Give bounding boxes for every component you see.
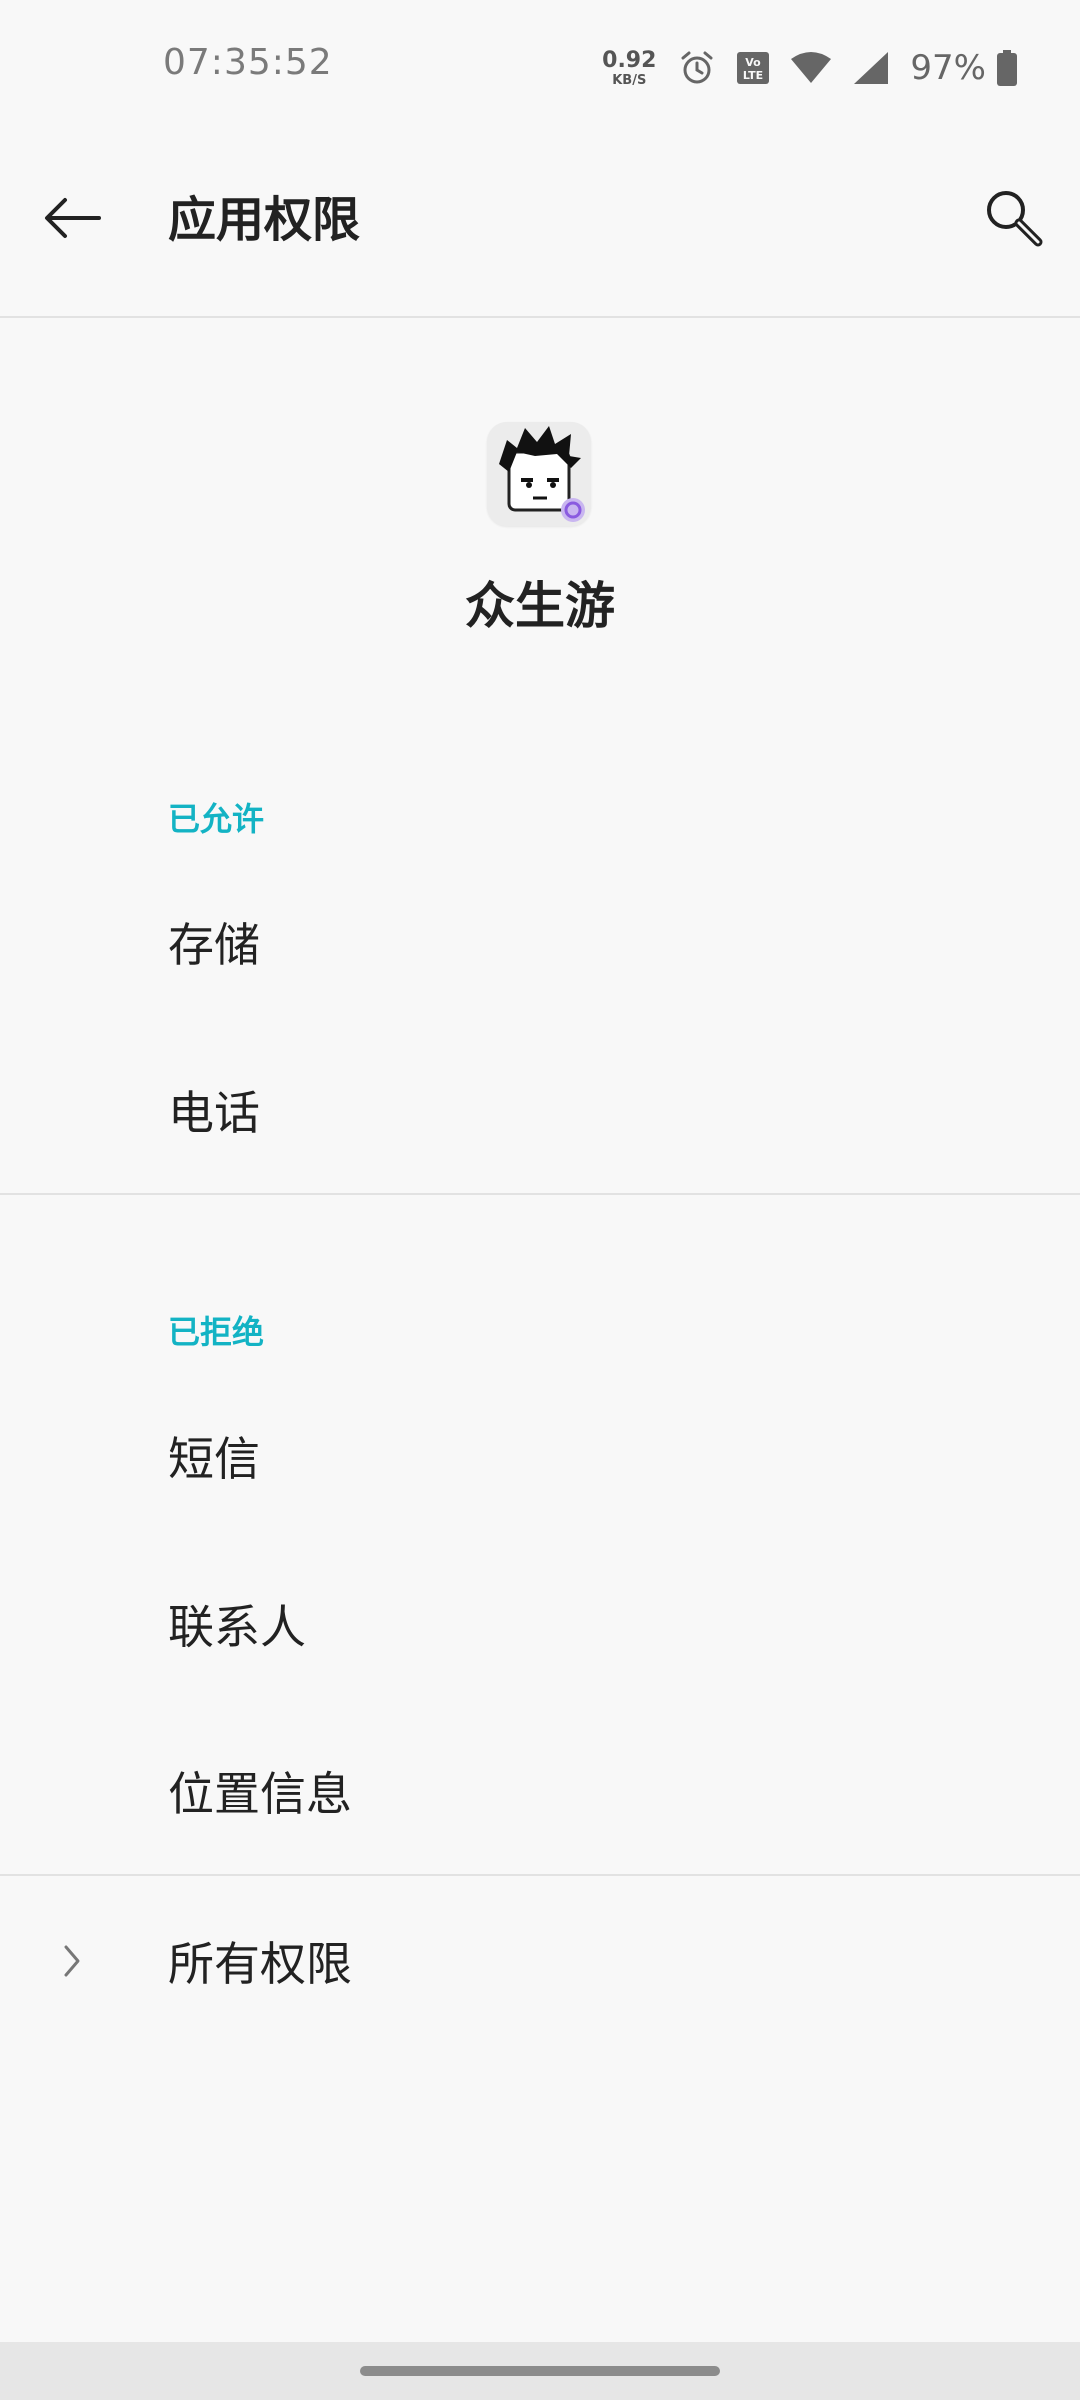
permission-label: 存储 [168,918,260,972]
app-icon [487,422,591,526]
all-permissions-label: 所有权限 [168,1937,352,1991]
page-title: 应用权限 [168,192,361,248]
back-button[interactable] [30,175,116,261]
permission-item-sms[interactable]: 短信 [0,1372,1080,1540]
permission-label: 联系人 [168,1600,306,1654]
volte-icon: Vo LTE [737,52,770,84]
battery-percent: 97% [910,48,986,88]
section-divider [0,1193,1080,1195]
alarm-icon [681,51,713,84]
svg-text:LTE: LTE [743,69,763,82]
chevron-right-icon [64,1945,80,1977]
status-bar: 07:35:52 0.92 KB/S Vo LTE 97% [0,0,1080,130]
battery-icon [997,50,1017,86]
section-header-denied: 已拒绝 [168,1313,265,1351]
app-name: 众生游 [465,577,615,635]
permission-label: 电话 [168,1086,260,1140]
all-permissions-item[interactable]: 所有权限 [0,1876,1080,2046]
permission-item-storage[interactable]: 存储 [0,858,1080,1026]
navigation-bar [0,2342,1080,2400]
permission-item-contacts[interactable]: 联系人 [0,1540,1080,1708]
network-speed: 0.92 KB/S [602,47,657,88]
toolbar: 应用权限 [0,130,1080,318]
status-icons: 0.92 KB/S Vo LTE 97% [602,44,1018,92]
gesture-handle[interactable] [360,2366,720,2376]
search-button[interactable] [968,172,1060,264]
search-icon [987,191,1043,247]
permission-item-phone[interactable]: 电话 [0,1026,1080,1194]
permission-label: 短信 [168,1432,260,1486]
network-speed-value: 0.92 [602,47,657,73]
network-speed-unit: KB/S [612,72,647,88]
signal-icon [854,52,889,84]
wifi-icon [791,52,832,83]
permission-label: 位置信息 [168,1767,352,1821]
section-header-allowed: 已允许 [168,800,265,838]
svg-text:Vo: Vo [746,56,762,69]
status-time: 07:35:52 [163,42,333,83]
arrow-left-icon [45,198,101,238]
permission-item-location[interactable]: 位置信息 [0,1707,1080,1875]
